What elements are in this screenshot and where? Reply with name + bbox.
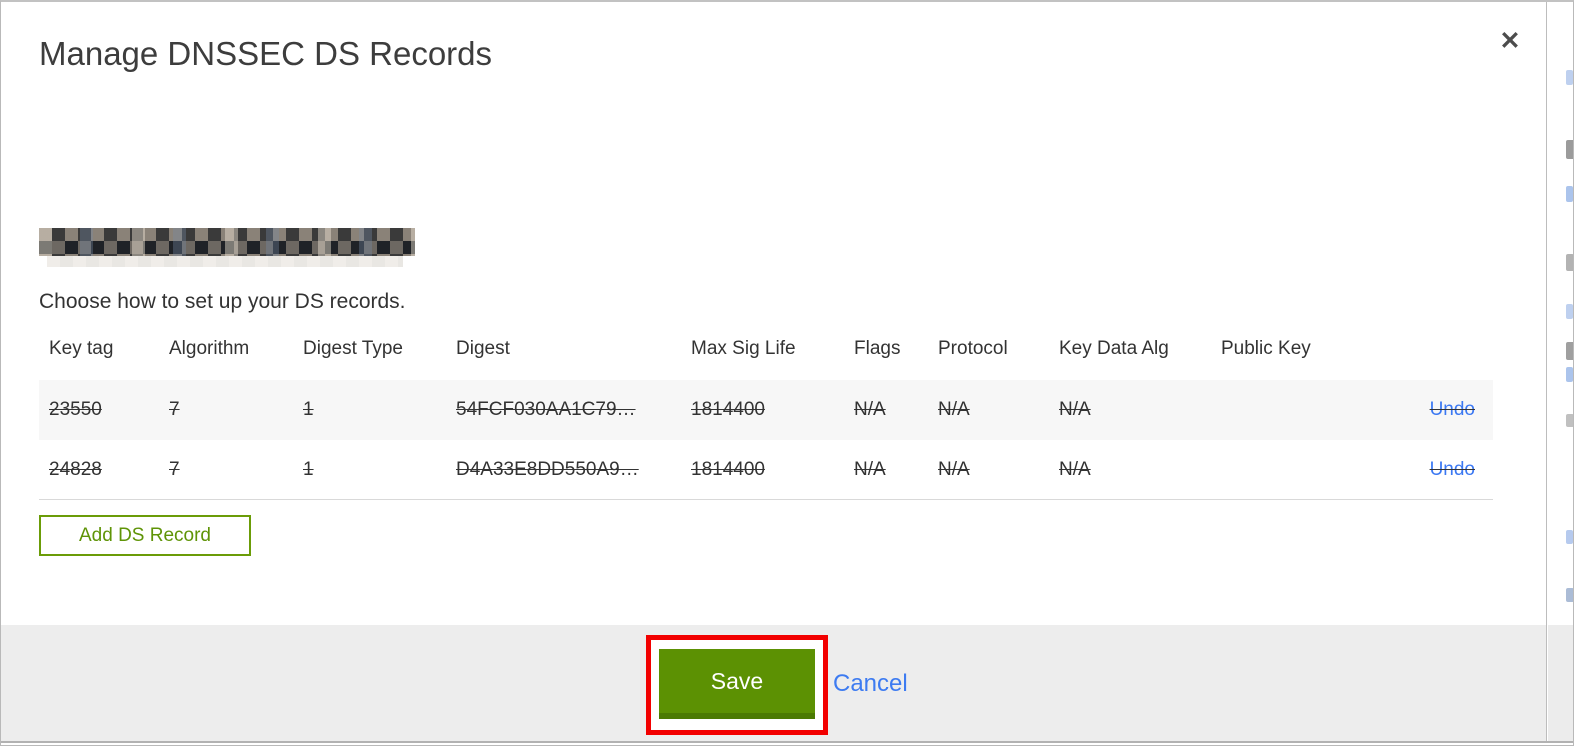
cell-max-sig-life: 1814400 [691, 458, 765, 480]
close-button[interactable]: ✕ [1493, 24, 1527, 58]
page-fragment [1566, 70, 1573, 85]
page-fragment [1566, 367, 1573, 382]
page-fragment [1566, 342, 1573, 360]
cell-protocol: N/A [938, 399, 970, 420]
annotation-highlight-box: Save [646, 635, 828, 735]
cell-actions: Undo [1351, 380, 1493, 440]
ds-records-table: Key tag Algorithm Digest Type Digest Max… [39, 332, 1493, 500]
cell-max-sig-life: 1814400 [691, 399, 765, 420]
cell-algorithm: 7 [169, 458, 180, 480]
col-header-key-data-alg: Key Data Alg [1059, 338, 1169, 359]
col-header-public-key: Public Key [1221, 338, 1311, 359]
background-page-footer [1548, 625, 1573, 741]
dnssec-modal: Manage DNSSEC DS Records ✕ Choose how to… [1, 2, 1547, 741]
screen: Manage DNSSEC DS Records ✕ Choose how to… [0, 0, 1574, 746]
col-header-key-tag: Key tag [49, 338, 114, 359]
cell-key-data-alg: N/A [1059, 399, 1091, 420]
cell-digest: D4A33E8DD550A9… [456, 458, 639, 480]
page-fragment [1566, 140, 1573, 159]
instructions-text: Choose how to set up your DS records. [39, 290, 406, 313]
cell-key-data-alg: N/A [1059, 458, 1091, 480]
close-icon: ✕ [1499, 27, 1521, 55]
cell-digest-type: 1 [303, 458, 314, 480]
modal-footer: Save Cancel [1, 625, 1546, 741]
col-header-max-sig-life: Max Sig Life [691, 338, 796, 359]
page-fragment [1566, 186, 1573, 202]
modal-bottom-border [1, 741, 1573, 743]
table-row: 23550 7 1 54FCF030AA1C79… 1814400 N/A N/… [39, 380, 1493, 440]
undo-link[interactable]: Undo [1430, 459, 1475, 480]
cell-key-tag: 24828 [49, 458, 102, 480]
page-fragment [1566, 254, 1573, 271]
cell-algorithm: 7 [169, 399, 180, 420]
cell-flags: N/A [854, 458, 886, 480]
redacted-domain-name-shadow [47, 256, 403, 267]
page-fragment [1566, 414, 1573, 427]
page-title: Manage DNSSEC DS Records [39, 35, 493, 72]
col-header-protocol: Protocol [938, 338, 1008, 359]
undo-link[interactable]: Undo [1430, 399, 1475, 420]
cell-digest-type: 1 [303, 399, 314, 420]
page-fragment [1566, 304, 1573, 319]
cell-key-tag: 23550 [49, 399, 102, 420]
cell-actions: Undo [1351, 440, 1493, 500]
add-ds-record-button[interactable]: Add DS Record [39, 515, 251, 556]
cell-digest: 54FCF030AA1C79… [456, 399, 636, 420]
cancel-link[interactable]: Cancel [833, 670, 908, 698]
col-header-digest: Digest [456, 338, 510, 359]
background-page-strip [1548, 2, 1573, 741]
redacted-domain-name [39, 228, 415, 256]
page-fragment [1566, 530, 1573, 544]
save-button[interactable]: Save [659, 649, 815, 719]
col-header-algorithm: Algorithm [169, 338, 250, 359]
cell-protocol: N/A [938, 458, 970, 480]
cell-flags: N/A [854, 399, 886, 420]
page-fragment [1566, 588, 1573, 602]
col-header-digest-type: Digest Type [303, 338, 403, 359]
col-header-flags: Flags [854, 338, 901, 359]
table-body: 23550 7 1 54FCF030AA1C79… 1814400 N/A N/… [39, 380, 1493, 500]
table-header-row: Key tag Algorithm Digest Type Digest Max… [39, 332, 1493, 366]
table-row: 24828 7 1 D4A33E8DD550A9… 1814400 N/A N/… [39, 440, 1493, 500]
